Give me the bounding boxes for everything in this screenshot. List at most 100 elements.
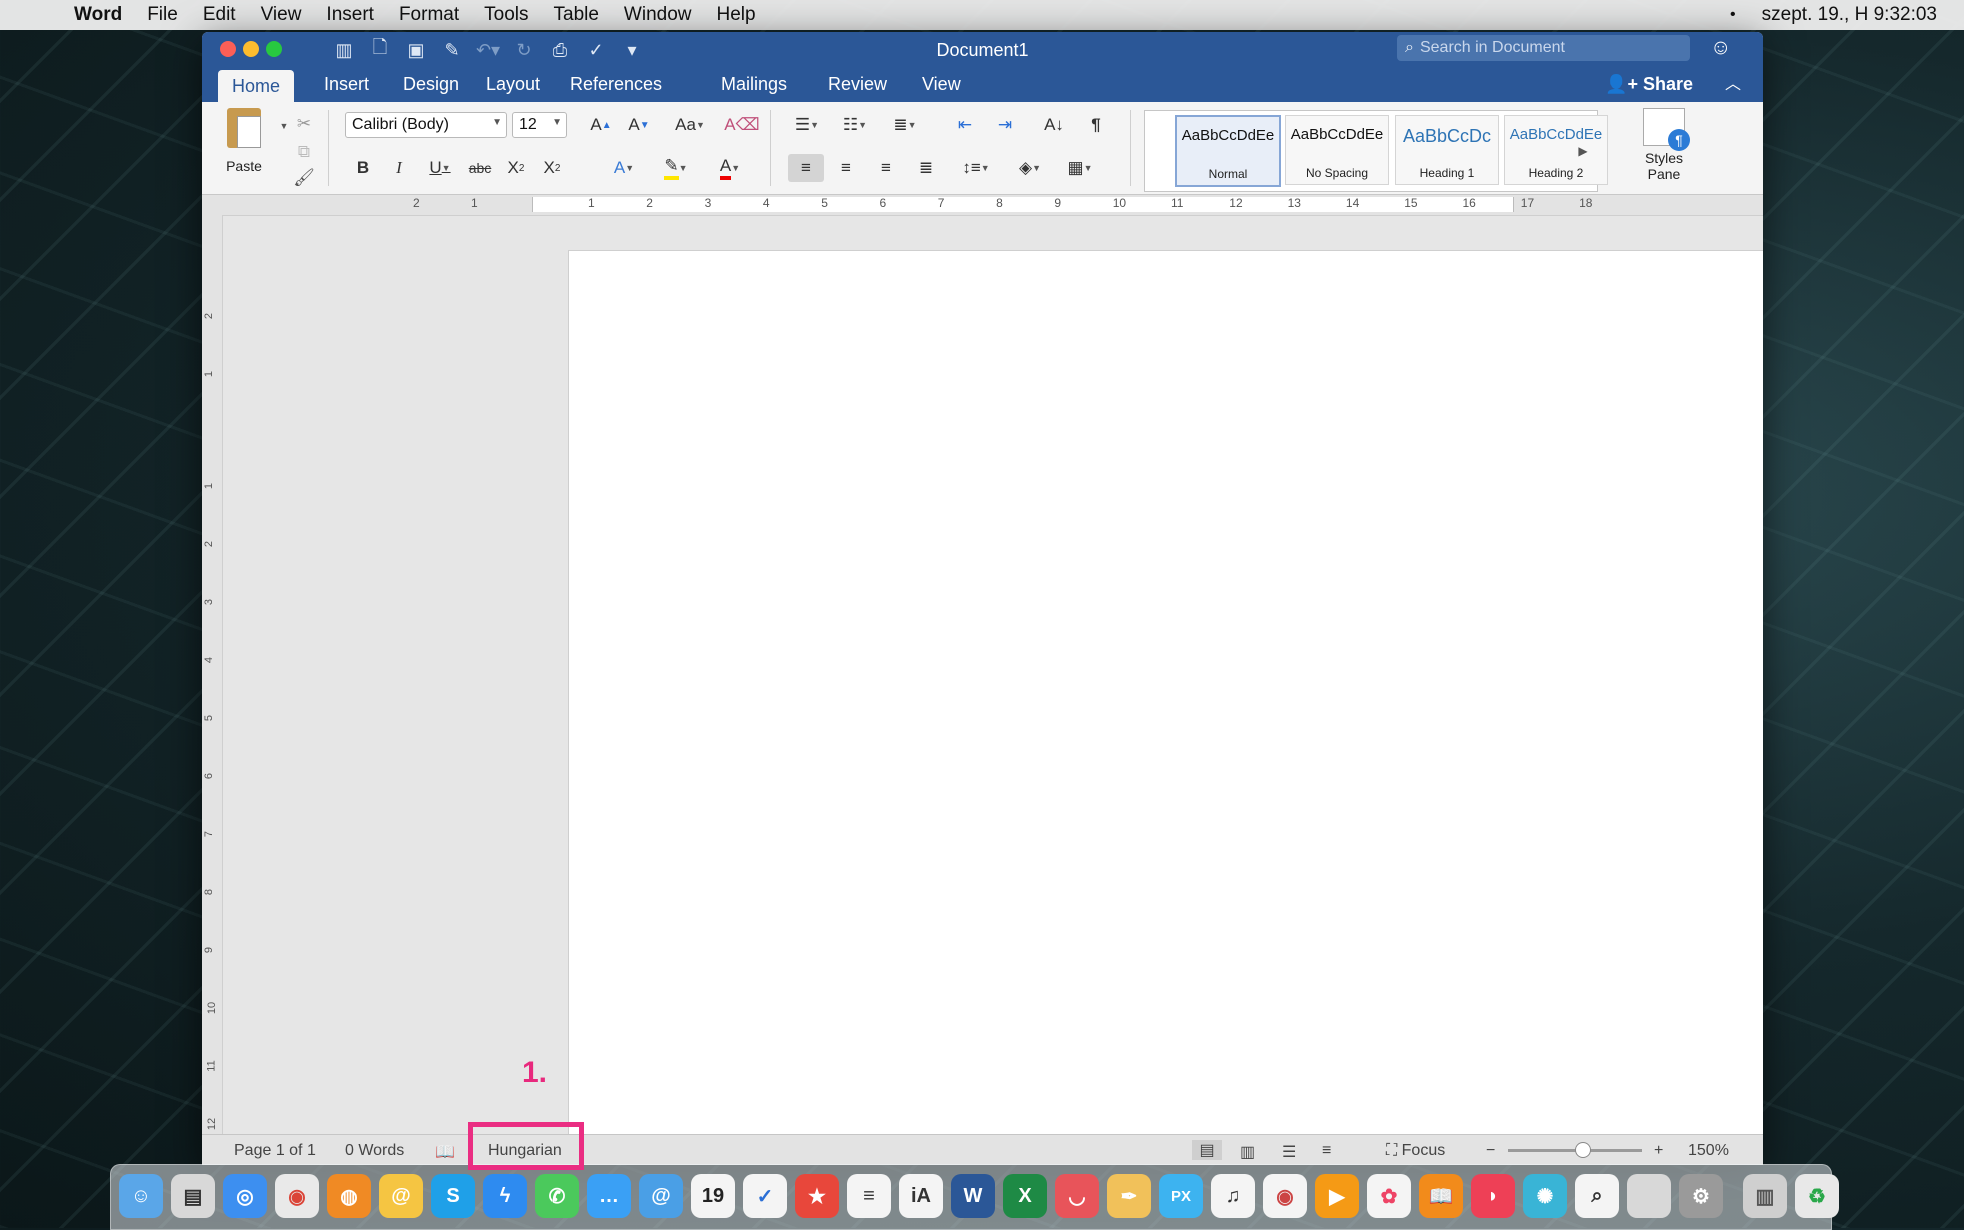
proofing-icon[interactable]: 📖 (435, 1142, 455, 1162)
align-right-icon[interactable]: ≡ (868, 154, 904, 182)
system-preferences-icon[interactable]: ⚙ (1679, 1174, 1723, 1218)
notes-icon[interactable]: ≡ (847, 1174, 891, 1218)
align-center-icon[interactable]: ≡ (828, 154, 864, 182)
music-icon[interactable]: ♫ (1211, 1174, 1255, 1218)
paste-options-chevron-icon[interactable]: ▼ (278, 112, 290, 140)
customize-toolbar-icon[interactable]: ▾ (614, 37, 650, 63)
close-window-button[interactable] (220, 41, 236, 57)
finder-icon[interactable]: ☺ (119, 1174, 163, 1218)
infuse-play-icon[interactable]: ▶ (1315, 1174, 1359, 1218)
bold-button[interactable]: B (348, 154, 378, 182)
font-color-icon[interactable]: A ▼ (708, 154, 752, 182)
grow-font-icon[interactable]: A ▲ (583, 111, 619, 139)
show-formatting-marks-icon[interactable]: ¶ (1078, 111, 1114, 139)
page-count[interactable]: Page 1 of 1 (234, 1142, 316, 1160)
styles-pane-button[interactable]: Styles Pane (1632, 108, 1696, 182)
mail-stamp-icon[interactable]: @ (379, 1174, 423, 1218)
menu-view[interactable]: View (261, 4, 302, 26)
status-dot-icon[interactable]: • (1730, 6, 1736, 24)
calendar-icon[interactable]: 19 (691, 1174, 735, 1218)
text-effects-icon[interactable]: A ▼ (602, 154, 646, 182)
zoom-window-button[interactable] (266, 41, 282, 57)
increase-indent-icon[interactable]: ⇥ (987, 111, 1023, 139)
messenger-icon[interactable]: ϟ (483, 1174, 527, 1218)
new-document-icon[interactable]: 🗋 (362, 37, 398, 63)
cut-icon[interactable]: ✂ (290, 110, 318, 138)
shading-icon[interactable]: ◈ ▼ (1008, 154, 1052, 182)
zoom-out-icon[interactable]: − (1486, 1142, 1495, 1160)
menu-format[interactable]: Format (399, 4, 459, 26)
decrease-indent-icon[interactable]: ⇤ (947, 111, 983, 139)
collapse-ribbon-icon[interactable]: ︿ (1725, 67, 1741, 102)
line-spacing-icon[interactable]: ↕≡ ▼ (954, 154, 998, 182)
minimize-window-button[interactable] (243, 41, 259, 57)
save-icon[interactable]: ▣ (398, 37, 434, 63)
speaking-lips-icon[interactable]: ◡ (1055, 1174, 1099, 1218)
menu-table[interactable]: Table (554, 4, 599, 26)
camera-aperture-icon[interactable]: ✺ (1523, 1174, 1567, 1218)
menu-edit[interactable]: Edit (203, 4, 236, 26)
tab-insert[interactable]: Insert (310, 67, 383, 102)
share-button[interactable]: 👤+ Share (1605, 67, 1693, 102)
font-size-select[interactable]: 12 ▼ (512, 112, 567, 138)
messages-icon[interactable]: … (587, 1174, 631, 1218)
underline-button[interactable]: U ▼ (420, 154, 460, 182)
excel-icon[interactable]: X (1003, 1174, 1047, 1218)
focus-mode-button[interactable]: ⛶ Focus (1386, 1142, 1445, 1160)
edit-document-icon[interactable]: ✎ (434, 37, 470, 63)
tab-home[interactable]: Home (218, 70, 295, 102)
numbering-icon[interactable]: ☷ ▼ (833, 111, 877, 139)
tab-design[interactable]: Design (389, 67, 473, 102)
vertical-ruler[interactable]: 2 1 1 2 3 4 5 6 7 8 9 10 11 12 (202, 215, 223, 1135)
ia-writer-icon[interactable]: iA (899, 1174, 943, 1218)
multilevel-list-icon[interactable]: ≣ ▼ (883, 111, 927, 139)
menubar-clock[interactable]: szept. 19., H 9:32:03 (1762, 4, 1937, 26)
tab-layout[interactable]: Layout (472, 67, 554, 102)
firefox-icon[interactable]: ◍ (327, 1174, 371, 1218)
draft-view-icon[interactable]: ≡ (1322, 1142, 1331, 1160)
redo-icon[interactable]: ↻ (506, 37, 542, 63)
font-name-select[interactable]: Calibri (Body) ▼ (345, 112, 507, 138)
menu-file[interactable]: File (147, 4, 178, 26)
skype-icon[interactable]: S (431, 1174, 475, 1218)
feedback-smiley-icon[interactable]: ☺ (1710, 36, 1731, 60)
photos-icon[interactable]: ✿ (1367, 1174, 1411, 1218)
word-icon[interactable]: W (951, 1174, 995, 1218)
justify-icon[interactable]: ≣ (908, 154, 944, 182)
podcast-icon[interactable]: ◉ (1263, 1174, 1307, 1218)
tab-review[interactable]: Review (814, 67, 901, 102)
print-layout-view-icon[interactable]: ▤ (1192, 1140, 1222, 1160)
mail-icon[interactable]: @ (639, 1174, 683, 1218)
pen-icon[interactable]: ✒ (1107, 1174, 1151, 1218)
spelling-check-icon[interactable]: ✓ (578, 37, 614, 63)
menu-window[interactable]: Window (624, 4, 692, 26)
menu-tools[interactable]: Tools (484, 4, 528, 26)
books-icon[interactable]: 📖 (1419, 1174, 1463, 1218)
pixelmator-icon[interactable]: PX (1159, 1174, 1203, 1218)
menu-help[interactable]: Help (717, 4, 756, 26)
phone-icon[interactable]: ✆ (535, 1174, 579, 1218)
word-count[interactable]: 0 Words (345, 1142, 404, 1160)
borders-icon[interactable]: ▦ ▼ (1058, 154, 1102, 182)
downloads-stack-icon[interactable]: ▥ (1743, 1174, 1787, 1218)
superscript-button[interactable]: X2 (536, 154, 568, 182)
safari-icon[interactable]: ◎ (223, 1174, 267, 1218)
outline-view-icon[interactable]: ☰ (1282, 1142, 1296, 1162)
chrome-icon[interactable]: ◉ (275, 1174, 319, 1218)
sidebar-toggle-icon[interactable]: ▥ (326, 37, 362, 63)
zoom-level[interactable]: 150% (1688, 1142, 1729, 1160)
zoom-slider-handle[interactable] (1575, 1142, 1591, 1158)
menu-insert[interactable]: Insert (326, 4, 374, 26)
format-painter-icon[interactable]: 🖌 (290, 164, 318, 192)
tab-references[interactable]: References (556, 67, 676, 102)
disk-utility-icon[interactable]: ▤ (171, 1174, 215, 1218)
print-icon[interactable]: ⎙ (542, 37, 578, 63)
shrink-font-icon[interactable]: A ▼ (621, 111, 657, 139)
style-heading-1[interactable]: AaBbCcDc Heading 1 (1395, 115, 1499, 185)
subscript-button[interactable]: X2 (500, 154, 532, 182)
paste-button[interactable]: Paste (214, 108, 274, 174)
clear-formatting-icon[interactable]: A⌫ (722, 111, 762, 139)
zoom-in-icon[interactable]: + (1654, 1142, 1663, 1160)
style-no-spacing[interactable]: AaBbCcDdEe No Spacing (1285, 115, 1389, 185)
change-case-icon[interactable]: Aa ▼ (668, 111, 712, 139)
